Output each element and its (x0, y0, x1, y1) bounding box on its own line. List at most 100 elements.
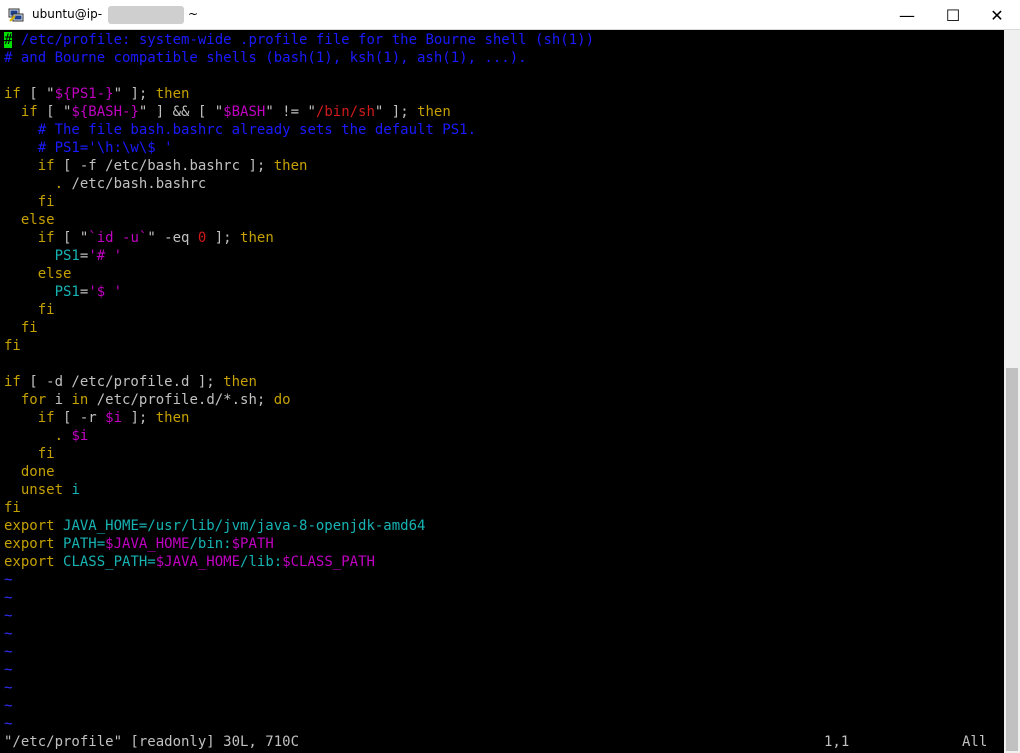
code-token: [ " (37, 104, 72, 120)
code-line: ~ (4, 589, 594, 607)
window-title: ubuntu@ip- (32, 7, 103, 21)
code-line: if [ "${PS1-}" ]; then (4, 85, 594, 103)
code-token: $JAVA_HOME (155, 554, 241, 570)
code-token: ~ (4, 572, 13, 588)
code-line: if [ -f /etc/bash.bashrc ]; then (4, 157, 594, 175)
code-token: if (4, 86, 21, 102)
code-token: ]; (122, 410, 156, 426)
code-token: i (71, 482, 80, 498)
maximize-icon: ☐ (945, 5, 961, 25)
code-token: if (4, 374, 21, 390)
code-line: ~ (4, 625, 594, 643)
vim-buffer[interactable]: # /etc/profile: system-wide .profile fil… (4, 31, 594, 733)
code-token: then (417, 104, 451, 120)
code-token: $CLASS_PATH (282, 554, 375, 570)
title-bar[interactable]: ubuntu@ip- ~ — ☐ ✕ (0, 0, 1020, 30)
code-token: $JAVA_HOME (105, 536, 190, 552)
code-line: done (4, 463, 594, 481)
code-line: # and Bourne compatible shells (bash(1),… (4, 49, 594, 67)
code-token: CLASS_PATH= (63, 554, 156, 570)
code-line: # The file bash.bashrc already sets the … (4, 121, 594, 139)
putty-icon (8, 8, 24, 22)
code-token: ~ (4, 626, 13, 642)
code-token: PATH= (63, 536, 106, 552)
code-token: export (4, 536, 55, 552)
code-token: ~ (4, 698, 13, 714)
code-token: do (273, 392, 291, 408)
code-token: # and Bourne compatible shells (bash(1),… (4, 50, 527, 66)
close-button[interactable]: ✕ (974, 0, 1020, 30)
code-token: " != " (265, 104, 316, 120)
code-token: " ]; (374, 104, 418, 120)
code-line: if [ "${BASH-}" ] && [ "$BASH" != "/bin/… (4, 103, 594, 121)
code-token: i (46, 392, 72, 408)
code-line: ~ (4, 571, 594, 589)
code-token: # PS1='\h:\w\$ ' (37, 140, 173, 156)
terminal-area[interactable]: # /etc/profile: system-wide .profile fil… (0, 30, 1004, 753)
code-token: fi (37, 302, 55, 318)
code-line: if [ "`id -u`" -eq 0 ]; then (4, 229, 594, 247)
code-token: export (4, 518, 55, 534)
code-token: `id -u` (88, 230, 148, 246)
code-line: # /etc/profile: system-wide .profile fil… (4, 31, 594, 49)
vertical-scrollbar[interactable] (1004, 30, 1020, 753)
code-line: ~ (4, 697, 594, 715)
code-token: then (240, 230, 274, 246)
code-token: then (155, 86, 190, 102)
minimize-icon: — (899, 5, 915, 25)
minimize-button[interactable]: — (884, 0, 930, 30)
code-token: $BASH (223, 104, 266, 120)
scroll-percent: All (962, 734, 988, 750)
code-token: JAVA_HOME=/usr/lib/jvm/java-8-openjdk-am… (63, 518, 426, 534)
code-token: /etc/profile: system-wide .profile file … (12, 32, 595, 48)
code-line: else (4, 265, 594, 283)
code-token: PS1 (54, 248, 80, 264)
code-token: " ]; (113, 86, 156, 102)
code-token: unset (20, 482, 64, 498)
code-token: /bin: (189, 536, 232, 552)
code-token: # The file bash.bashrc already sets the … (37, 122, 477, 138)
code-token: for (20, 392, 47, 408)
code-token: /lib: (240, 554, 283, 570)
code-token: [ -d /etc/profile.d ]; (20, 374, 224, 390)
status-message: "/etc/profile" [readonly] 30L, 710C (4, 734, 300, 750)
code-token: export (4, 554, 55, 570)
code-line: . $i (4, 427, 594, 445)
scrollbar-thumb[interactable] (1006, 368, 1018, 751)
code-token: ~ (4, 662, 13, 678)
vim-status-line: "/etc/profile" [readonly] 30L, 710C 1,1 … (4, 733, 1000, 751)
code-token: $PATH (231, 536, 274, 552)
code-line: fi (4, 445, 594, 463)
code-line: ~ (4, 643, 594, 661)
redacted-host-blur (108, 6, 184, 24)
code-token: fi (37, 194, 55, 210)
code-token: ${BASH-} (71, 104, 139, 120)
code-token: if (20, 104, 38, 120)
code-line: for i in /etc/profile.d/*.sh; do (4, 391, 594, 409)
code-line: ~ (4, 607, 594, 625)
code-line: fi (4, 337, 594, 355)
maximize-button[interactable]: ☐ (930, 0, 976, 30)
code-line: export CLASS_PATH=$JAVA_HOME/lib:$CLASS_… (4, 553, 594, 571)
code-token: /bin/sh (315, 104, 375, 120)
code-line: if [ -r $i ]; then (4, 409, 594, 427)
code-line: ~ (4, 679, 594, 697)
code-token: [ " (20, 86, 55, 102)
code-token: [ -f /etc/bash.bashrc ]; (54, 158, 274, 174)
code-token: " -eq (147, 230, 198, 246)
